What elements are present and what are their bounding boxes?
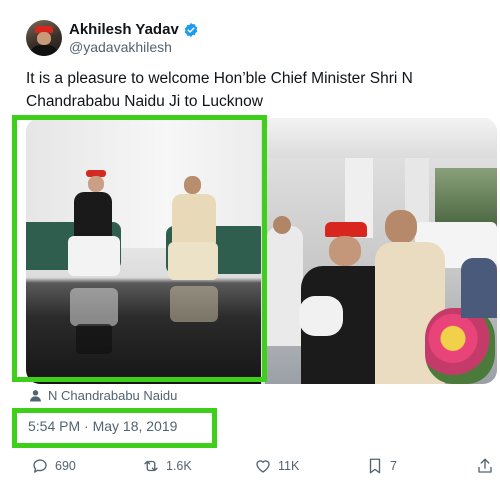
like-icon xyxy=(256,460,270,473)
tagged-user-name[interactable]: N Chandrababu Naidu xyxy=(48,388,177,403)
person-icon xyxy=(30,390,41,402)
author-avatar[interactable] xyxy=(26,20,62,56)
bookmark-icon xyxy=(369,458,381,474)
repost-count: 1.6K xyxy=(166,459,192,473)
bookmark-button[interactable]: 7 xyxy=(366,455,397,477)
tweet-actions-bar: 690 1.6K 11K 7 xyxy=(0,455,500,485)
share-icon xyxy=(478,458,492,473)
highlight-box-date xyxy=(12,408,217,448)
reply-icon xyxy=(33,459,47,473)
welcome-photo[interactable] xyxy=(265,118,497,384)
repost-icon xyxy=(144,460,158,472)
author-display-name[interactable]: Akhilesh Yadav xyxy=(69,21,179,38)
highlight-box-photo xyxy=(12,115,267,382)
like-button[interactable]: 11K xyxy=(254,455,299,477)
reply-button[interactable]: 690 xyxy=(31,455,76,477)
bookmark-count: 7 xyxy=(390,459,397,473)
tagged-user-row[interactable]: N Chandrababu Naidu xyxy=(29,388,177,403)
author-name-row[interactable]: Akhilesh Yadav xyxy=(69,21,199,38)
reply-count: 690 xyxy=(55,459,76,473)
tweet-text: It is a pleasure to welcome Hon’ble Chie… xyxy=(26,70,413,110)
share-button[interactable] xyxy=(476,455,494,477)
verified-badge-icon xyxy=(184,22,198,37)
like-count: 11K xyxy=(278,459,300,473)
author-handle[interactable]: @yadavakhilesh xyxy=(69,39,172,55)
repost-button[interactable]: 1.6K xyxy=(142,455,192,477)
